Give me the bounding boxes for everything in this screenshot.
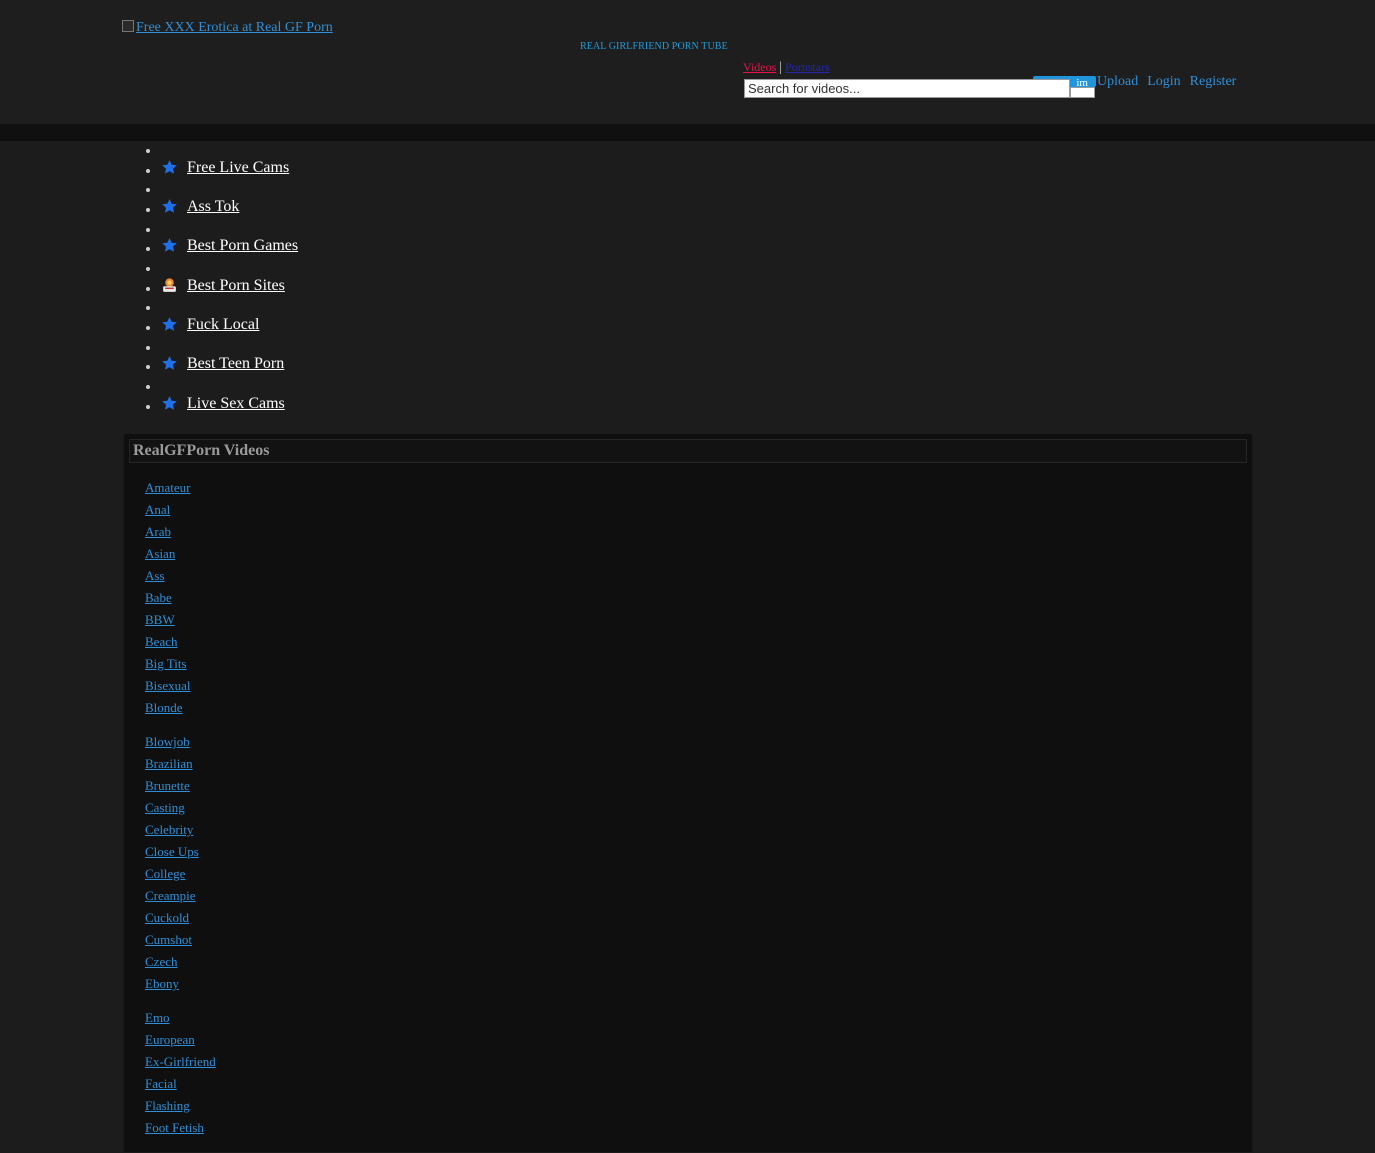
category-list-column-3: Emo European Ex-Girlfriend Facial Flashi… [145, 1007, 216, 1139]
register-link[interactable]: Register [1190, 74, 1237, 89]
category-link[interactable]: Arab [145, 524, 171, 539]
category-link[interactable]: Close Ups [145, 844, 199, 859]
logo-alt-text: Free XXX Erotica at Real GF Porn [136, 20, 333, 35]
category-list-column-1: Amateur Anal Arab Asian Ass Babe BBW Bea… [145, 477, 191, 719]
search-button[interactable] [1070, 87, 1095, 98]
category-item: Flashing [145, 1095, 216, 1117]
category-link[interactable]: Facial [145, 1076, 177, 1091]
category-link[interactable]: Brazilian [145, 756, 193, 771]
category-item: Big Tits [145, 653, 191, 675]
upload-link[interactable]: Upload [1097, 74, 1138, 89]
user-links: Upload Login Register [1097, 74, 1245, 90]
search-tab-pornstars[interactable]: Pornstars [785, 60, 830, 74]
promo-link[interactable]: Best Porn Sites [187, 277, 285, 295]
category-item: Asian [145, 543, 191, 565]
category-link[interactable]: Big Tits [145, 656, 187, 671]
category-link[interactable]: Brunette [145, 778, 190, 793]
category-item: Brazilian [145, 753, 199, 775]
category-link[interactable]: Ass [145, 568, 165, 583]
category-link[interactable]: Cuckold [145, 910, 189, 925]
broken-image-icon [122, 20, 134, 32]
category-item: Creampie [145, 885, 199, 907]
category-item: Babe [145, 587, 191, 609]
category-link[interactable]: Amateur [145, 480, 190, 495]
category-item: Brunette [145, 775, 199, 797]
category-item: Amateur [145, 477, 191, 499]
category-link[interactable]: Casting [145, 800, 185, 815]
category-link[interactable]: Ebony [145, 976, 179, 991]
category-item: Casting [145, 797, 199, 819]
category-item: Anal [145, 499, 191, 521]
category-item: BBW [145, 609, 191, 631]
site-tagline: REAL GIRLFRIEND PORN TUBE [580, 41, 728, 52]
category-item: Cumshot [145, 929, 199, 951]
promo-link[interactable]: Fuck Local [187, 316, 259, 334]
category-item: Celebrity [145, 819, 199, 841]
category-link[interactable]: College [145, 866, 185, 881]
category-item: Arab [145, 521, 191, 543]
category-link[interactable]: Foot Fetish [145, 1120, 204, 1135]
star-icon [162, 159, 177, 174]
videos-panel: RealGFPorn Videos Amateur Anal Arab Asia… [123, 433, 1253, 1153]
category-link[interactable]: Asian [145, 546, 175, 561]
category-item: Cuckold [145, 907, 199, 929]
category-link[interactable]: Blonde [145, 700, 183, 715]
promo-link[interactable]: Best Teen Porn [187, 355, 284, 373]
category-link[interactable]: Creampie [145, 888, 196, 903]
category-item: Foot Fetish [145, 1117, 216, 1139]
search-type-tabs: Videos | Pornstars [743, 60, 830, 76]
category-item: Beach [145, 631, 191, 653]
category-link[interactable]: Emo [145, 1010, 170, 1025]
star-icon [162, 238, 177, 253]
login-link[interactable]: Login [1147, 74, 1180, 89]
panel-header: RealGFPorn Videos [129, 439, 1247, 463]
promo-link[interactable]: Free Live Cams [187, 159, 289, 177]
category-list-column-2: Blowjob Brazilian Brunette Casting Celeb… [145, 731, 199, 995]
category-item: Blowjob [145, 731, 199, 753]
promo-link[interactable]: Ass Tok [187, 198, 239, 216]
star-icon [162, 199, 177, 213]
nav-bar [0, 124, 1375, 141]
category-link[interactable]: Bisexual [145, 678, 191, 693]
category-link[interactable]: European [145, 1032, 195, 1047]
category-link[interactable]: Babe [145, 590, 172, 605]
category-link[interactable]: BBW [145, 612, 175, 627]
category-item: Close Ups [145, 841, 199, 863]
promo-link[interactable]: Live Sex Cams [187, 395, 285, 413]
category-item: European [145, 1029, 216, 1051]
category-item: Emo [145, 1007, 216, 1029]
porn-sites-logo-icon [163, 278, 176, 292]
site-logo-link[interactable]: Free XXX Erotica at Real GF Porn [122, 20, 333, 36]
category-link[interactable]: Ex-Girlfriend [145, 1054, 216, 1069]
search-tab-separator: | [779, 60, 783, 75]
category-item: Facial [145, 1073, 216, 1095]
star-icon [162, 356, 177, 371]
star-icon [162, 316, 177, 331]
category-link[interactable]: Celebrity [145, 822, 193, 837]
category-item: College [145, 863, 199, 885]
category-item: Czech [145, 951, 199, 973]
category-item: Ass [145, 565, 191, 587]
category-link[interactable]: Czech [145, 954, 177, 969]
category-link[interactable]: Beach [145, 634, 177, 649]
star-icon [162, 395, 177, 410]
promo-link[interactable]: Best Porn Games [187, 237, 298, 255]
category-link[interactable]: Flashing [145, 1098, 190, 1113]
category-link[interactable]: Blowjob [145, 734, 190, 749]
category-link[interactable]: Anal [145, 502, 170, 517]
search-input[interactable] [744, 79, 1070, 98]
search-tab-videos[interactable]: Videos [743, 60, 776, 74]
premium-label: im [1076, 77, 1088, 87]
category-link[interactable]: Cumshot [145, 932, 192, 947]
category-item: Blonde [145, 697, 191, 719]
category-item: Ebony [145, 973, 199, 995]
panel-title: RealGFPorn Videos [133, 442, 270, 459]
category-item: Ex-Girlfriend [145, 1051, 216, 1073]
site-header: Free XXX Erotica at Real GF Porn REAL GI… [0, 0, 1375, 124]
category-item: Bisexual [145, 675, 191, 697]
